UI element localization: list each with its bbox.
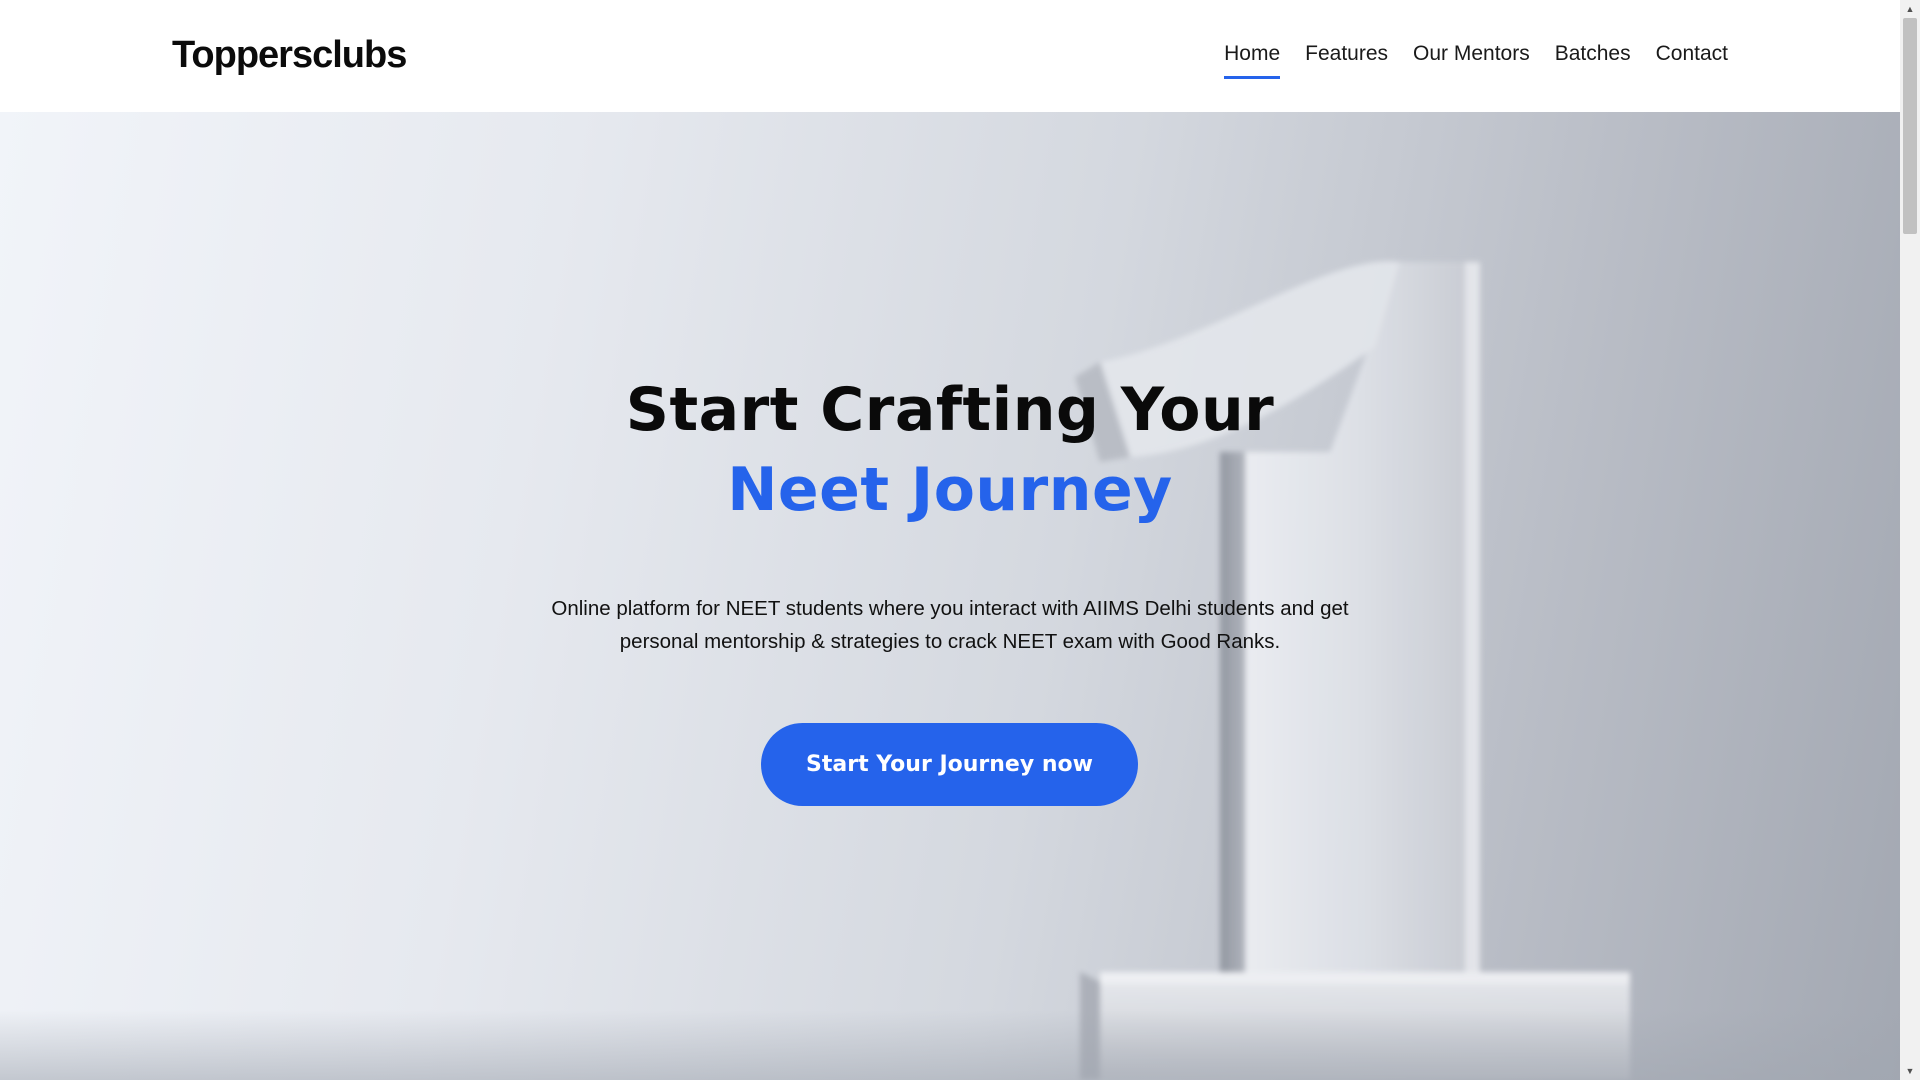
hero-headline-line2: Neet Journey (727, 455, 1173, 525)
scroll-down-icon[interactable]: ▼ (1900, 1062, 1920, 1080)
hero-subtitle: Online platform for NEET students where … (551, 597, 1349, 653)
page: Toppersclubs Home Features Our Mentors B… (0, 0, 1920, 1080)
nav-home[interactable]: Home (1224, 38, 1281, 79)
site-header: Toppersclubs Home Features Our Mentors B… (0, 0, 1900, 112)
main-nav: Home Features Our Mentors Batches Contac… (1224, 38, 1728, 79)
scroll-up-icon[interactable]: ▲ (1900, 0, 1920, 18)
vertical-scrollbar[interactable]: ▲ ▼ (1900, 0, 1920, 1080)
start-journey-button[interactable]: Start Your Journey now (761, 723, 1138, 806)
nav-features[interactable]: Features (1305, 38, 1388, 79)
brand-logo[interactable]: Toppersclubs (172, 34, 407, 77)
nav-batches[interactable]: Batches (1555, 38, 1631, 79)
hero-content: Start Crafting Your Neet Journey Online … (0, 112, 1900, 1080)
scrollbar-thumb[interactable] (1903, 18, 1917, 234)
nav-contact[interactable]: Contact (1656, 38, 1728, 79)
hero-section: Start Crafting Your Neet Journey Online … (0, 112, 1900, 1080)
nav-our-mentors[interactable]: Our Mentors (1413, 38, 1530, 79)
hero-headline-line1: Start Crafting Your (625, 375, 1275, 445)
